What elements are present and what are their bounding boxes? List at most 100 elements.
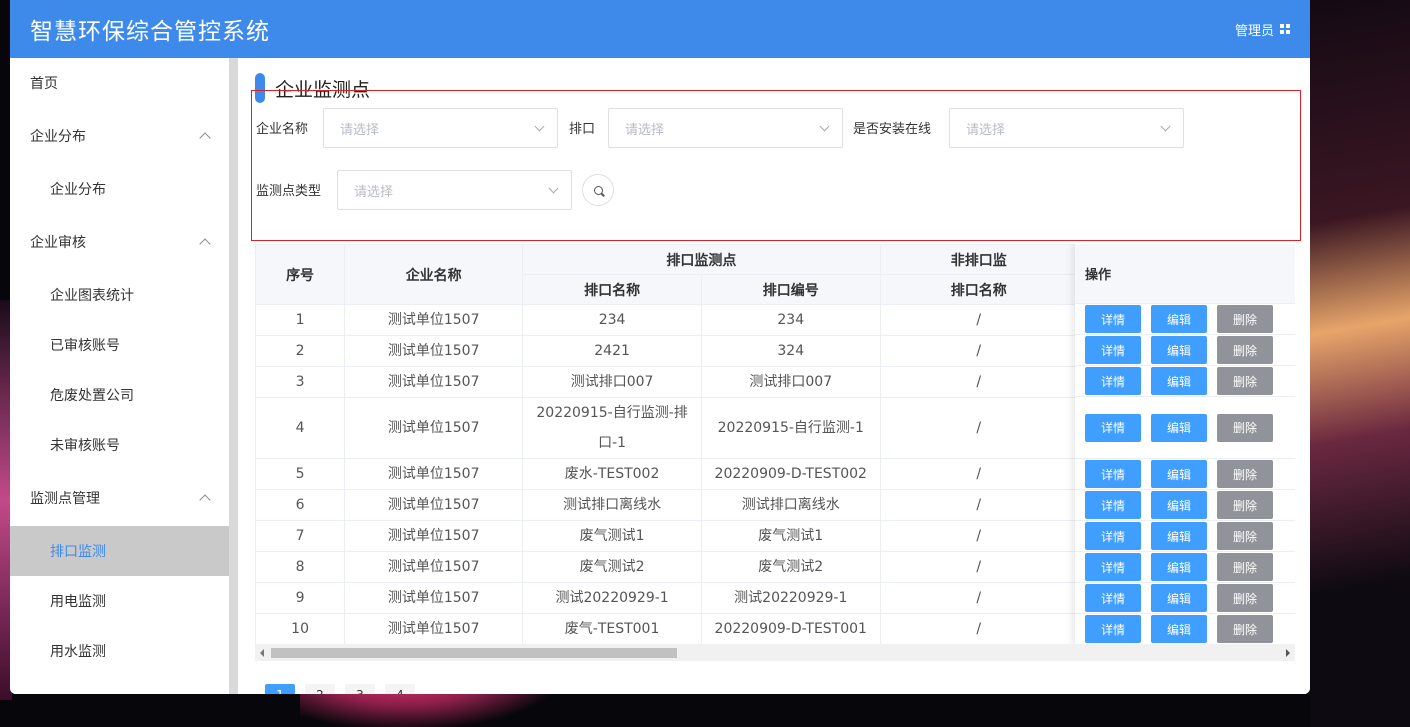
sidebar-item[interactable]: 未审核账号 — [10, 420, 229, 470]
edit-button[interactable]: 编辑 — [1151, 413, 1207, 442]
page-button[interactable]: 2 — [305, 684, 335, 694]
col-index-header: 序号 — [255, 244, 346, 305]
delete-button[interactable]: 删除 — [1217, 413, 1273, 442]
col-non-outlet-name-header: 排口名称 — [879, 274, 1078, 305]
delete-button[interactable]: 删除 — [1217, 460, 1273, 488]
sidebar: 首页 企业分布 企业分布 企业审核 企业图表统计 已审核账号 危废处置公司 未审核账号 监测点管… — [10, 58, 229, 694]
sidebar-item-label: 危废处置公司 — [50, 388, 134, 404]
edit-button[interactable]: 编辑 — [1151, 584, 1207, 612]
delete-button[interactable]: 删除 — [1217, 615, 1273, 643]
edit-button[interactable]: 编辑 — [1151, 305, 1207, 333]
table-cell-code: 测试排口007 — [700, 366, 881, 398]
delete-button[interactable]: 删除 — [1217, 522, 1273, 550]
app-window: 智慧环保综合管控系统 管理员 首页 企业分布 企业分布 企业审核 企业图表统计 已审核账号… — [10, 0, 1310, 694]
sidebar-item[interactable]: 首页 — [10, 58, 229, 108]
chevron-down-icon — [819, 121, 830, 131]
sidebar-item[interactable]: 企业审核 — [10, 214, 229, 270]
detail-button[interactable]: 详情 — [1085, 491, 1141, 519]
table-cell-company: 测试单位1507 — [344, 582, 524, 614]
ops-row: 详情 编辑 删除 — [1075, 490, 1295, 521]
grid-menu-icon[interactable] — [1280, 24, 1290, 34]
delete-button[interactable]: 删除 — [1217, 367, 1273, 395]
sidebar-scrollbar[interactable] — [229, 58, 238, 694]
user-menu[interactable]: 管理员 — [1235, 20, 1290, 39]
scroll-right-icon[interactable] — [1286, 649, 1290, 657]
page-button[interactable]: 1 — [265, 684, 295, 694]
ops-row: 详情 编辑 删除 — [1075, 552, 1295, 583]
table-cell-non: / — [879, 458, 1078, 490]
table-cell-idx: 1 — [255, 304, 346, 336]
ops-row: 详情 编辑 删除 — [1075, 304, 1295, 335]
sidebar-item-label: 未审核账号 — [50, 438, 120, 454]
delete-button[interactable]: 删除 — [1217, 553, 1273, 581]
table-cell-code: 测试20220929-1 — [700, 582, 881, 614]
edit-button[interactable]: 编辑 — [1151, 336, 1207, 364]
app-title: 智慧环保综合管控系统 — [30, 19, 270, 45]
detail-button[interactable]: 详情 — [1085, 305, 1141, 333]
ops-row: 详情 编辑 删除 — [1075, 583, 1295, 614]
detail-button[interactable]: 详情 — [1085, 615, 1141, 643]
online-select[interactable]: 请选择 — [949, 108, 1184, 148]
chevron-down-icon — [534, 121, 545, 131]
filter-panel: 企业名称 请选择 排口 请选择 是否安装在线 请选择 监测点类型 请选择 — [251, 90, 1301, 241]
sidebar-item-label: 用电监测 — [50, 594, 106, 610]
table-cell-non: / — [879, 613, 1078, 645]
sidebar-item[interactable]: 排口监测 — [10, 526, 229, 576]
table-cell-company: 测试单位1507 — [344, 489, 524, 521]
table-cell-company: 测试单位1507 — [344, 551, 524, 583]
detail-button[interactable]: 详情 — [1085, 367, 1141, 395]
outlet-select[interactable]: 请选择 — [608, 108, 843, 148]
sidebar-item[interactable]: 企业图表统计 — [10, 270, 229, 320]
table-cell-code: 测试排口离线水 — [700, 489, 881, 521]
table-cell-non: / — [879, 520, 1078, 552]
detail-button[interactable]: 详情 — [1085, 460, 1141, 488]
detail-button[interactable]: 详情 — [1085, 584, 1141, 612]
detail-button[interactable]: 详情 — [1085, 413, 1141, 442]
edit-button[interactable]: 编辑 — [1151, 491, 1207, 519]
sidebar-item[interactable]: 监测点管理 — [10, 470, 229, 526]
page-button[interactable]: 4 — [385, 684, 415, 694]
ops-row: 详情 编辑 删除 — [1075, 521, 1295, 552]
table-cell-company: 测试单位1507 — [344, 613, 524, 645]
sidebar-item-label: 已审核账号 — [50, 338, 120, 354]
edit-button[interactable]: 编辑 — [1151, 553, 1207, 581]
table-cell-code: 20220909-D-TEST002 — [700, 458, 881, 490]
table-cell-idx: 10 — [255, 613, 346, 645]
sidebar-item[interactable]: 已审核账号 — [10, 320, 229, 370]
col-outlet-code-header: 排口编号 — [700, 274, 881, 305]
user-name: 管理员 — [1234, 23, 1274, 39]
sidebar-item-label: 排口监测 — [50, 544, 106, 560]
chevron-down-icon — [548, 183, 559, 193]
table-cell-idx: 8 — [255, 551, 346, 583]
delete-button[interactable]: 删除 — [1217, 584, 1273, 612]
edit-button[interactable]: 编辑 — [1151, 367, 1207, 395]
table-cell-name: 废气-TEST001 — [522, 613, 702, 645]
detail-button[interactable]: 详情 — [1085, 336, 1141, 364]
sidebar-item[interactable]: 企业分布 — [10, 108, 229, 164]
sidebar-item-label: 用水监测 — [50, 644, 106, 660]
col-non-outlet-group-header: 非排口监 — [879, 244, 1078, 275]
scroll-left-icon[interactable] — [260, 649, 264, 657]
delete-button[interactable]: 删除 — [1217, 491, 1273, 519]
delete-button[interactable]: 删除 — [1217, 305, 1273, 333]
sidebar-item[interactable]: 用电监测 — [10, 576, 229, 626]
sidebar-item[interactable]: 用水监测 — [10, 626, 229, 676]
scrollbar-thumb[interactable] — [271, 648, 677, 658]
sidebar-item[interactable]: 企业分布 — [10, 164, 229, 214]
detail-button[interactable]: 详情 — [1085, 522, 1141, 550]
sidebar-item-label: 企业分布 — [30, 129, 86, 145]
horizontal-scrollbar[interactable] — [255, 644, 1295, 661]
company-select[interactable]: 请选择 — [323, 108, 558, 148]
search-button[interactable] — [582, 174, 614, 206]
edit-button[interactable]: 编辑 — [1151, 615, 1207, 643]
company-select-placeholder: 请选择 — [340, 122, 380, 138]
sidebar-item-label: 企业审核 — [30, 235, 86, 251]
detail-button[interactable]: 详情 — [1085, 553, 1141, 581]
delete-button[interactable]: 删除 — [1217, 336, 1273, 364]
type-select[interactable]: 请选择 — [337, 170, 572, 210]
edit-button[interactable]: 编辑 — [1151, 522, 1207, 550]
page-button[interactable]: 3 — [345, 684, 375, 694]
sidebar-item-label: 企业分布 — [50, 182, 106, 198]
edit-button[interactable]: 编辑 — [1151, 460, 1207, 488]
sidebar-item[interactable]: 危废处置公司 — [10, 370, 229, 420]
